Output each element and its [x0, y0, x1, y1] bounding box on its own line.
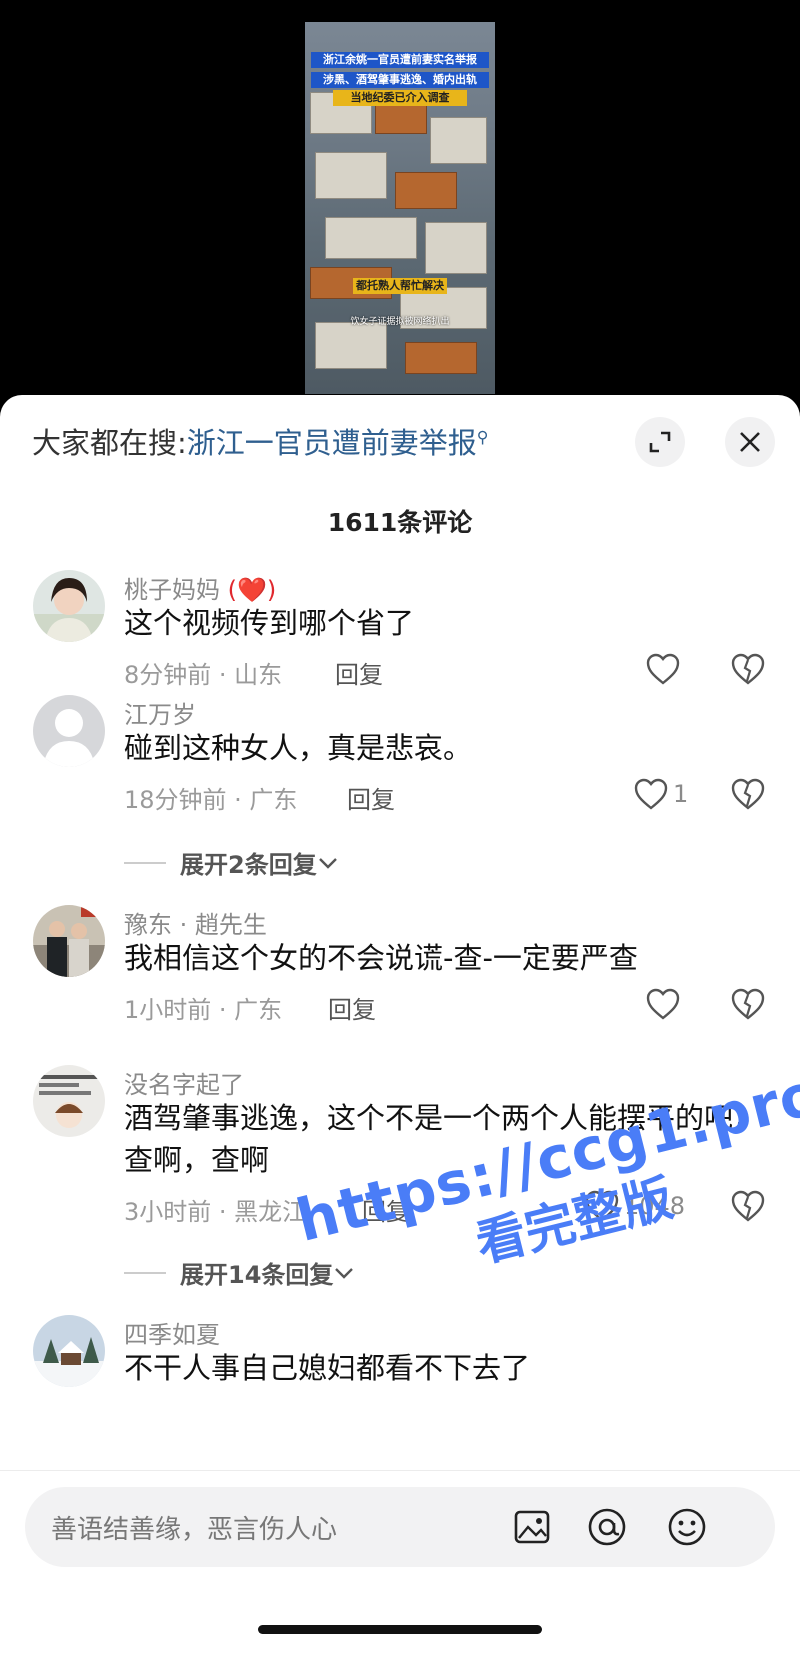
comment-count: 1611条评论 [327, 508, 473, 537]
mention-button[interactable] [585, 1505, 629, 1549]
comment-meta: 1小时前 · 广东 [124, 996, 283, 1024]
comment-input-placeholder: 善语结善缘，恶言伤人心 [51, 1515, 338, 1545]
reply-button[interactable]: 回复 [335, 655, 383, 690]
search-suggestion[interactable]: 大家都在搜:浙江一官员遭前妻举报⚲ [32, 420, 489, 462]
expand-icon [649, 431, 671, 453]
close-icon [740, 432, 760, 452]
like-button[interactable] [645, 987, 685, 1021]
divider [124, 1271, 166, 1274]
like-button[interactable]: 1 [633, 777, 688, 811]
broken-heart-icon [731, 778, 765, 810]
comment-meta: 8分钟前 · 山东 [124, 661, 283, 689]
like-count: 1 [673, 780, 689, 808]
comment-username[interactable]: 江万岁 [124, 695, 196, 730]
dislike-button[interactable] [730, 777, 766, 815]
heart-badge: (❤️) [227, 576, 277, 604]
search-icon: ⚲ [476, 427, 489, 447]
search-term[interactable]: 浙江一官员遭前妻举报 [187, 426, 477, 460]
heart-outline-icon [646, 988, 680, 1020]
video-caption-1: 浙江余姚一官员遭前妻实名举报 [311, 52, 489, 68]
video-caption-5: 饮女子证据拟被网络扒出 [350, 317, 450, 327]
comment-input[interactable]: 善语结善缘，恶言伤人心 [25, 1487, 775, 1567]
comment-username[interactable]: 四季如夏 [124, 1315, 220, 1350]
video-caption-3: 当地纪委已介入调查 [333, 90, 467, 106]
emoji-button[interactable] [665, 1505, 709, 1549]
video-caption-2: 涉黑、酒驾肇事逃逸、婚内出轨 [311, 72, 489, 88]
close-button[interactable] [725, 417, 775, 467]
reply-button[interactable]: 回复 [328, 990, 376, 1025]
chevron-down-icon [318, 857, 337, 869]
expand-replies-button[interactable]: 展开2条回复 [124, 845, 339, 880]
video-thumbnail: 浙江余姚一官员遭前妻实名举报 涉黑、酒驾肇事逃逸、婚内出轨 当地纪委已介入调查 … [305, 22, 495, 394]
expand-button[interactable] [635, 417, 685, 467]
expand-replies-label: 展开2条回复 [180, 851, 317, 879]
heart-outline-icon [634, 778, 668, 810]
comment-meta: 18分钟前 · 广东 [124, 786, 298, 814]
image-icon [514, 1510, 550, 1544]
avatar[interactable] [33, 1065, 105, 1137]
dislike-button[interactable] [730, 652, 766, 690]
emoji-icon [668, 1508, 706, 1546]
comment-text: 我相信这个女的不会说谎-查-一定要严查 [124, 941, 638, 975]
like-button[interactable] [645, 652, 685, 686]
avatar[interactable] [33, 905, 105, 977]
heart-outline-icon [646, 653, 680, 685]
reply-button[interactable]: 回复 [347, 780, 395, 815]
at-icon [588, 1508, 626, 1546]
broken-heart-icon [731, 653, 765, 685]
comment-username[interactable]: 没名字起了 [124, 1065, 244, 1100]
divider [124, 861, 166, 864]
broken-heart-icon [731, 988, 765, 1020]
comment-text: 这个视频传到哪个省了 [124, 606, 415, 640]
comment-username[interactable]: 豫东 · 趙先生 [124, 905, 267, 940]
comments-sheet: 大家都在搜:浙江一官员遭前妻举报⚲ 1611条评论 桃子妈妈 (❤️) 这个视频… [0, 395, 800, 1658]
image-button[interactable] [510, 1505, 554, 1549]
avatar[interactable] [33, 695, 105, 767]
home-indicator [258, 1625, 542, 1634]
video-player[interactable]: 浙江余姚一官员遭前妻实名举报 涉黑、酒驾肇事逃逸、婚内出轨 当地纪委已介入调查 … [0, 0, 800, 400]
avatar[interactable] [33, 570, 105, 642]
dislike-button[interactable] [730, 987, 766, 1025]
comment-text: 不干人事自己媳妇都看不下去了 [124, 1351, 531, 1385]
comment-username[interactable]: 桃子妈妈 (❤️) [124, 570, 276, 605]
search-prefix: 大家都在搜: [32, 426, 187, 460]
comment-meta: 3小时前 · 黑龙江 [124, 1198, 307, 1226]
video-caption-4: 都托熟人帮忙解决 [353, 278, 447, 294]
comment-text: 碰到这种女人，真是悲哀。 [124, 731, 473, 765]
comment-input-bar: 善语结善缘，恶言伤人心 [0, 1470, 800, 1659]
avatar[interactable] [33, 1315, 105, 1387]
